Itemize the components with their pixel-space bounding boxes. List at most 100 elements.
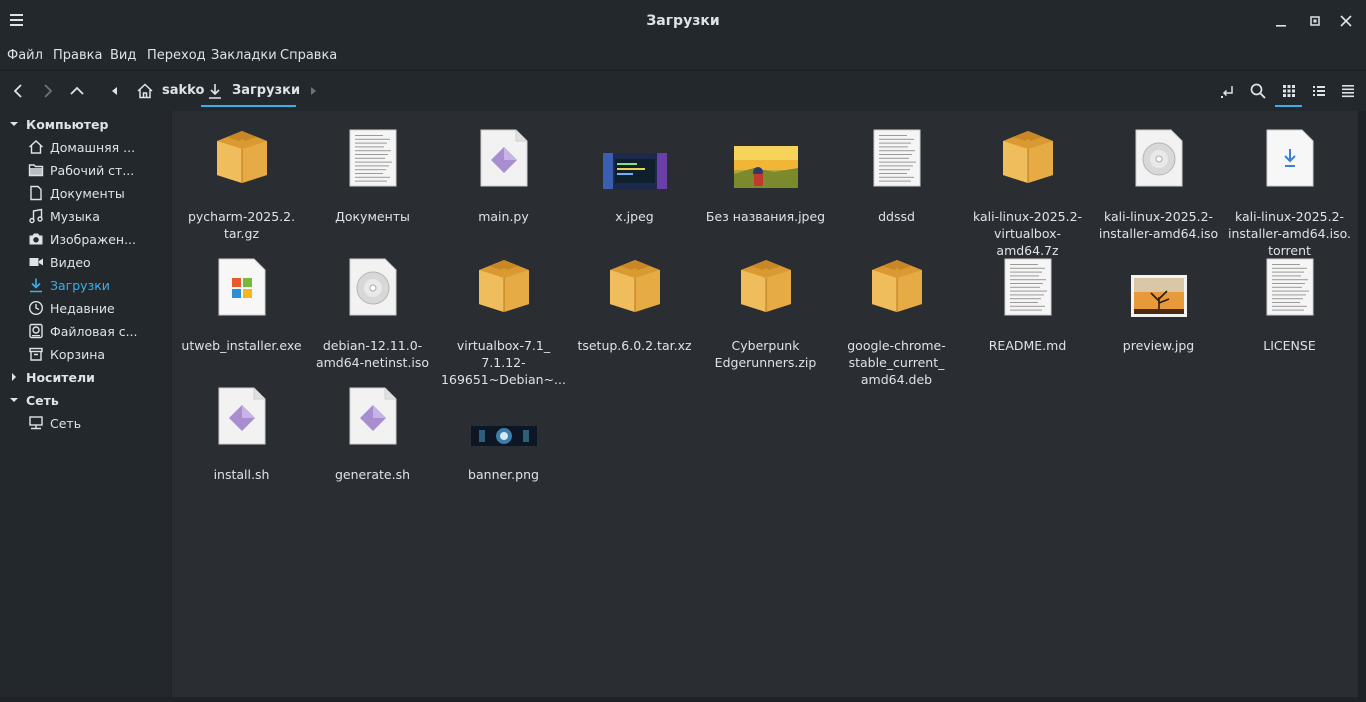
file-name: kali-linux-2025.2- virtualbox-amd64.7z bbox=[962, 208, 1093, 259]
forward-icon[interactable] bbox=[38, 82, 56, 100]
file-item[interactable]: kali-linux-2025.2- installer-amd64.iso. to… bbox=[1224, 125, 1355, 258]
video-icon bbox=[29, 258, 43, 266]
file-item[interactable]: Без названия.jpeg bbox=[700, 125, 831, 245]
file-name: install.sh bbox=[176, 466, 307, 483]
sidebar-item-label: Недавние bbox=[50, 301, 115, 316]
sidebar-item-pictures[interactable]: Изображен... bbox=[0, 228, 171, 250]
status-strip bbox=[0, 697, 1366, 702]
sidebar-item-label: Домашняя ... bbox=[50, 140, 136, 155]
menu-item[interactable]: Переход bbox=[147, 48, 206, 63]
sidebar-item-label: Изображен... bbox=[50, 232, 136, 247]
details-view-icon[interactable] bbox=[1339, 82, 1357, 100]
trash-icon bbox=[29, 347, 43, 361]
menu-item[interactable]: Закладки bbox=[211, 48, 277, 63]
image-thumbnail bbox=[471, 426, 537, 446]
script-file-icon bbox=[349, 387, 397, 445]
file-item[interactable]: ddssd bbox=[831, 125, 962, 245]
file-name-line: tar.gz bbox=[223, 226, 260, 241]
file-item[interactable]: banner.png bbox=[438, 383, 569, 503]
file-name-line: main.py bbox=[478, 209, 529, 224]
file-item[interactable]: kali-linux-2025.2- installer-amd64.iso bbox=[1093, 125, 1224, 245]
camera-icon bbox=[29, 233, 43, 245]
chevron-down-icon[interactable] bbox=[9, 119, 19, 129]
compact-view-icon[interactable] bbox=[1310, 82, 1328, 100]
file-item[interactable]: Документы bbox=[307, 125, 438, 245]
sidebar-item-music[interactable]: Музыка bbox=[0, 205, 171, 227]
file-name: banner.png bbox=[438, 466, 569, 483]
minimize-icon[interactable] bbox=[1273, 13, 1289, 29]
file-item[interactable]: x.jpeg bbox=[569, 125, 700, 245]
file-item[interactable]: main.py bbox=[438, 125, 569, 245]
file-name-line: google-chrome- bbox=[847, 338, 946, 353]
file-name-line: installer-amd64.iso bbox=[1098, 226, 1219, 241]
file-item[interactable]: tsetup.6.0.2.tar.xz bbox=[569, 254, 700, 374]
sidebar-group-label: Носители bbox=[26, 370, 95, 385]
back-icon[interactable] bbox=[10, 82, 28, 100]
file-item[interactable]: install.sh bbox=[176, 383, 307, 503]
sidebar-item-recent[interactable]: Недавние bbox=[0, 297, 171, 319]
sidebar-group-label: Компьютер bbox=[26, 117, 109, 132]
file-item[interactable]: kali-linux-2025.2- virtualbox-amd64.7z bbox=[962, 125, 1093, 258]
text-file-icon bbox=[349, 129, 397, 187]
sidebar-item-desktop[interactable]: Рабочий ст... bbox=[0, 159, 171, 181]
home-icon[interactable] bbox=[136, 82, 154, 100]
title-bar: Загрузки bbox=[0, 0, 1366, 43]
sidebar-item-trash[interactable]: Корзина bbox=[0, 343, 171, 365]
file-name-line: pycharm-2025.2. bbox=[187, 209, 296, 224]
menu-item[interactable]: Файл bbox=[7, 48, 43, 63]
file-item[interactable]: google-chrome-stable_current_ amd64.deb bbox=[831, 254, 962, 387]
sidebar-item-videos[interactable]: Видео bbox=[0, 251, 171, 273]
search-icon[interactable] bbox=[1249, 82, 1267, 100]
file-name-line: banner.png bbox=[468, 467, 539, 482]
file-item[interactable]: generate.sh bbox=[307, 383, 438, 503]
file-name: debian-12.11.0- amd64-netinst.iso bbox=[307, 337, 438, 371]
file-item[interactable]: virtualbox-7.1_ 7.1.12- 169651~Debian~... bbox=[438, 254, 569, 387]
close-icon[interactable] bbox=[1338, 13, 1354, 29]
sidebar-group-computer[interactable]: Компьютер bbox=[0, 113, 171, 135]
menu-item[interactable]: Вид bbox=[110, 48, 136, 63]
file-item[interactable]: README.md bbox=[962, 254, 1093, 374]
file-item[interactable]: debian-12.11.0- amd64-netinst.iso bbox=[307, 254, 438, 374]
sidebar-item-label: Видео bbox=[50, 255, 91, 270]
home-icon bbox=[29, 140, 43, 154]
file-view[interactable]: pycharm-2025.2. tar.gz Документы main.py x.j… bbox=[172, 111, 1358, 697]
sidebar-group-network[interactable]: Сеть bbox=[0, 389, 171, 411]
file-name: google-chrome-stable_current_ amd64.deb bbox=[831, 337, 962, 388]
chevron-down-icon[interactable] bbox=[9, 395, 19, 405]
file-item[interactable]: LICENSE bbox=[1224, 254, 1355, 374]
sidebar-group-devices[interactable]: Носители bbox=[0, 366, 171, 388]
file-name: main.py bbox=[438, 208, 569, 225]
file-name-line: LICENSE bbox=[1263, 338, 1316, 353]
maximize-icon[interactable] bbox=[1307, 13, 1323, 29]
file-item[interactable]: Cyberpunk Edgerunners.zip bbox=[700, 254, 831, 374]
file-name-line: installer-amd64.iso. bbox=[1228, 226, 1351, 241]
breadcrumb-left-arrow-icon[interactable] bbox=[106, 82, 124, 100]
breadcrumb-home[interactable]: sakko bbox=[162, 83, 204, 98]
file-item[interactable]: utweb_installer.exe bbox=[176, 254, 307, 374]
text-file-icon bbox=[873, 129, 921, 187]
sidebar-item-downloads[interactable]: Загрузки bbox=[0, 274, 171, 296]
sidebar-item-label: Загрузки bbox=[50, 278, 110, 293]
menu-item[interactable]: Справка bbox=[280, 48, 337, 63]
file-name-line: utweb_installer.exe bbox=[181, 338, 302, 353]
script-file-icon bbox=[218, 387, 266, 445]
file-item[interactable]: pycharm-2025.2. tar.gz bbox=[176, 125, 307, 245]
file-name: virtualbox-7.1_ 7.1.12- 169651~Debian~... bbox=[438, 337, 569, 388]
image-thumbnail bbox=[1131, 275, 1187, 317]
file-name-line: tsetup.6.0.2.tar.xz bbox=[577, 338, 692, 353]
icon-view-icon[interactable] bbox=[1280, 82, 1298, 100]
sidebar-item-network[interactable]: Сеть bbox=[0, 412, 171, 434]
file-name-line: generate.sh bbox=[334, 467, 411, 482]
sidebar-item-home[interactable]: Домашняя ... bbox=[0, 136, 171, 158]
sidebar-item-documents[interactable]: Документы bbox=[0, 182, 171, 204]
file-item[interactable]: preview.jpg bbox=[1093, 254, 1224, 374]
menu-item[interactable]: Правка bbox=[53, 48, 102, 63]
breadcrumb-right-arrow-icon[interactable] bbox=[304, 82, 322, 100]
location-input-icon[interactable] bbox=[1219, 82, 1237, 100]
sidebar-item-filesystem[interactable]: Файловая с... bbox=[0, 320, 171, 342]
breadcrumb-current[interactable]: Загрузки bbox=[232, 83, 300, 98]
script-file-icon bbox=[480, 129, 528, 187]
file-name-line: kali-linux-2025.2- bbox=[1234, 209, 1345, 224]
up-icon[interactable] bbox=[68, 82, 86, 100]
chevron-right-icon[interactable] bbox=[9, 372, 19, 382]
